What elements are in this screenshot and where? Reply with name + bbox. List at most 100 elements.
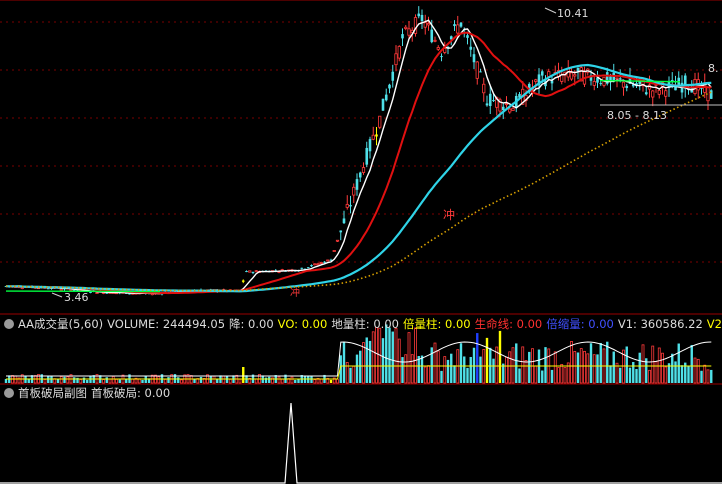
volume-bar [436, 350, 440, 384]
volume-bar [498, 330, 502, 383]
volume-bar [391, 331, 394, 383]
volume-bar [111, 376, 115, 384]
volume-bar [693, 357, 697, 384]
volume-bar [628, 367, 632, 383]
volume-indicator-value: 地量柱: 0.00 [331, 317, 399, 331]
candle-body [352, 186, 356, 196]
volume-bar [371, 331, 375, 384]
candle-body [384, 94, 388, 101]
volume-bar [664, 366, 668, 384]
candle-body [492, 99, 495, 102]
volume-bar [472, 347, 476, 383]
volume-bar [690, 345, 693, 383]
volume-bar [115, 378, 118, 384]
candle-body [453, 24, 456, 27]
volume-bar [576, 352, 580, 383]
volume-bar [485, 337, 489, 383]
candle-body [349, 204, 352, 207]
volume-bar [476, 333, 479, 383]
volume-bar [696, 358, 700, 384]
volume-panel[interactable] [4, 324, 713, 384]
volume-bar [86, 379, 89, 383]
volume-bar [534, 365, 538, 384]
volume-bar [440, 370, 443, 383]
candle-body [368, 139, 372, 152]
volume-bar [710, 369, 713, 383]
candle-body [469, 46, 473, 50]
candle-body [618, 78, 622, 80]
volume-bar [612, 351, 615, 383]
candle-body [407, 28, 411, 36]
main-candlestick-panel[interactable]: 10.413.468.05 - 8.138.冲冲 [0, 0, 722, 304]
volume-bar [268, 376, 271, 383]
candle-body [508, 108, 512, 113]
volume-indicator-title[interactable]: AA成交量(5,60) [18, 317, 103, 331]
candle-body [375, 134, 378, 137]
candle-body [625, 85, 629, 89]
volume-bar [703, 364, 707, 384]
volume-bar [365, 337, 368, 383]
volume-indicator-value: V1: 360586.22 [617, 317, 703, 331]
volume-bar [362, 342, 365, 384]
volume-bar [349, 367, 352, 383]
volume-bar [397, 338, 401, 384]
candle-body [430, 29, 434, 43]
volume-indicator-value: 降: 0.00 [229, 317, 274, 331]
signal-indicator-title[interactable]: 首板破局副图 [18, 386, 87, 400]
candle-body [358, 172, 362, 178]
candle-body [433, 39, 437, 42]
volume-bar [677, 343, 680, 383]
volume-bar [638, 352, 641, 383]
volume-bar [352, 365, 356, 384]
volume-bar [544, 347, 547, 383]
volume-bar [336, 378, 339, 384]
volume-bar [586, 353, 590, 384]
candle-body [371, 134, 375, 140]
volume-bar [700, 370, 703, 383]
ma60-line [5, 63, 712, 293]
volume-bar [56, 379, 60, 383]
volume-bar [264, 377, 268, 383]
candle-body [657, 90, 661, 95]
candle-body [482, 83, 486, 94]
volume-bar [66, 376, 70, 384]
gear-icon[interactable] [4, 319, 14, 329]
volume-ma60-line [6, 365, 712, 380]
volume-bar [89, 376, 92, 383]
volume-bar [573, 351, 577, 384]
volume-bar [375, 327, 378, 384]
candle-body [335, 239, 340, 242]
gear-icon[interactable] [4, 388, 14, 398]
volume-bar [641, 344, 645, 384]
candle-body [475, 61, 479, 79]
volume-bar [342, 341, 346, 383]
candle-body [345, 204, 349, 208]
volume-bar [606, 341, 609, 383]
candle-body [599, 83, 603, 85]
candle-body [401, 34, 404, 39]
candle-body [709, 90, 713, 99]
volume-bar [222, 375, 226, 384]
volume-bar [651, 345, 655, 384]
ma20-line [5, 31, 712, 295]
volume-bar [489, 347, 492, 383]
candle-body [316, 263, 320, 266]
candle-body [511, 107, 515, 111]
volume-bar [635, 369, 638, 383]
volume-bar [560, 363, 564, 384]
candle-body [20, 287, 24, 289]
candle-body [569, 72, 574, 80]
volume-bar [79, 379, 83, 384]
volume-bar [583, 350, 586, 384]
range-label: 8.05 - 8.13 [607, 109, 667, 122]
candle-body [323, 261, 326, 263]
volume-bar [355, 354, 359, 383]
volume-bar [450, 353, 453, 383]
volume-bar [359, 350, 362, 383]
volume-indicator-value: V2: 7 [706, 317, 722, 331]
volume-bar [632, 361, 635, 383]
volume-bar [492, 358, 495, 383]
candle-body [664, 90, 668, 97]
volume-bar [404, 354, 408, 384]
signal-panel[interactable] [0, 402, 722, 484]
